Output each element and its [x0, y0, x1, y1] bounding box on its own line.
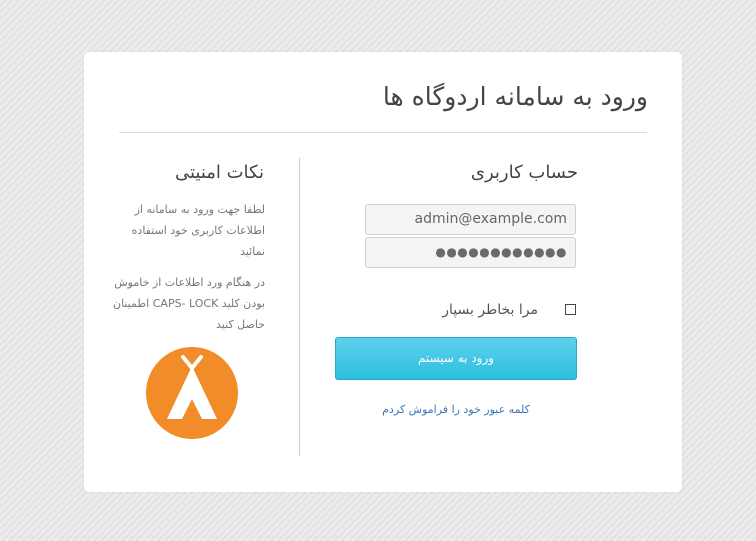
- security-tip-2: در هنگام ورد اطلاعات از خاموش بودن کلید …: [112, 276, 265, 331]
- email-field[interactable]: admin@example.com: [365, 204, 576, 235]
- tent-icon: [146, 347, 238, 439]
- password-field[interactable]: ●●●●●●●●●●●●: [365, 237, 576, 268]
- login-button[interactable]: ورود به سیستم: [335, 337, 577, 380]
- remember-me-checkbox[interactable]: [565, 304, 576, 315]
- remember-me-label[interactable]: مرا بخاطر بسپار: [442, 302, 538, 318]
- security-tip-1: لطفا جهت ورود به سامانه از اطلاعات کاربر…: [131, 203, 265, 258]
- account-heading: حساب کاربری: [470, 162, 578, 183]
- page-title: ورود به سامانه اردوگاه ها: [382, 82, 648, 111]
- column-divider: [299, 158, 300, 456]
- security-tips-heading: نکات امنیتی: [174, 162, 264, 183]
- forgot-password-link[interactable]: کلمه عبور خود را فراموش کردم: [335, 403, 577, 416]
- header-divider: [119, 132, 647, 133]
- login-card: ورود به سامانه اردوگاه ها حساب کاربری ad…: [84, 52, 682, 492]
